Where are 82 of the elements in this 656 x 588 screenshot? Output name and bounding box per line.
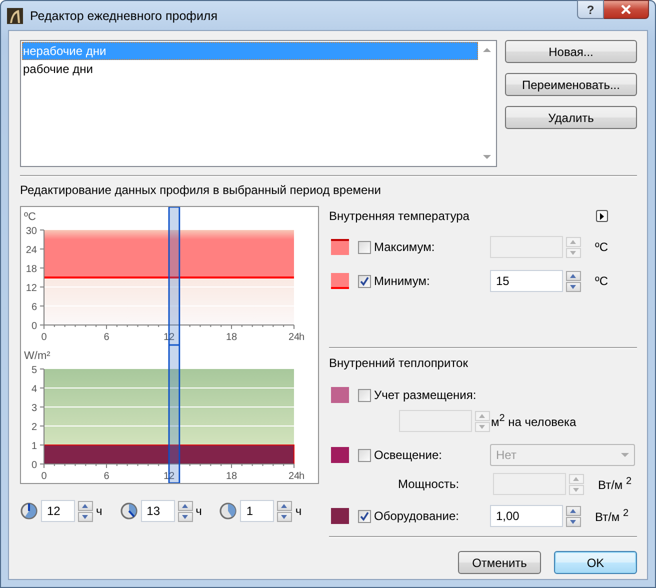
unit-label: Вт/м $^{2}$	[595, 508, 629, 524]
dialog-button[interactable]: Новая...	[505, 40, 637, 63]
input-field[interactable]: 15	[490, 270, 563, 292]
clock-icon	[219, 502, 238, 520]
tick-label: 4	[31, 384, 37, 395]
tick-label: 24	[288, 332, 300, 343]
spin-down-button[interactable]	[78, 512, 93, 522]
input-field[interactable]: 1	[240, 500, 274, 522]
group-title: Внутренняя температура	[329, 209, 470, 223]
unit-label: м$^{2}$ на человека	[491, 413, 576, 429]
checkbox[interactable]	[358, 240, 371, 254]
axis-label: h	[299, 471, 305, 482]
tick-label: 12	[26, 283, 37, 294]
play-icon	[600, 212, 604, 220]
input-field[interactable]: 13	[140, 500, 175, 522]
spin-down-button[interactable]	[566, 516, 581, 526]
spin-down-button[interactable]	[277, 512, 292, 522]
axis-label: W/m²	[24, 350, 50, 362]
tick-label: 0	[31, 321, 37, 332]
field-label: Оборудование:	[374, 509, 460, 523]
tick-label: 24	[26, 245, 37, 256]
field-label: Минимум:	[374, 274, 431, 288]
spin-up-button[interactable]	[78, 500, 93, 510]
tick-label: 2	[31, 422, 37, 433]
color-swatch	[331, 239, 349, 255]
dialog-button[interactable]: Отменить	[458, 551, 541, 574]
input-field[interactable]: 12	[41, 500, 75, 522]
arrow-button[interactable]	[596, 210, 608, 222]
input-field[interactable]: 1,00	[490, 505, 563, 527]
help-button[interactable]: ?	[577, 0, 604, 19]
axis-label: ºC	[24, 211, 36, 223]
unit-label: ºC	[595, 274, 608, 288]
spin-down-button[interactable]	[566, 282, 581, 292]
spin-up-button[interactable]	[566, 270, 581, 280]
spin-up-button[interactable]	[566, 506, 581, 516]
dialog-button[interactable]: OK	[554, 551, 637, 574]
checkbox[interactable]	[358, 388, 371, 402]
clock-icon	[120, 502, 138, 520]
unit-label: Вт/м $^{2}$	[598, 476, 632, 492]
field-label: Учет размещения:	[374, 388, 478, 402]
tick-label: 0	[41, 471, 47, 482]
spin-up-button[interactable]	[178, 500, 193, 510]
list-item[interactable]: рабочие дни	[22, 60, 478, 78]
dialog-button[interactable]: Переименовать...	[505, 73, 637, 96]
checkbox[interactable]	[358, 510, 371, 522]
tick-label: 6	[104, 332, 110, 343]
tick-label: 18	[26, 264, 37, 275]
unit-label: ч	[96, 504, 102, 518]
tick-label: 30	[26, 226, 37, 237]
tick-label: 18	[226, 332, 238, 343]
checkbox[interactable]	[358, 274, 371, 288]
group-title: Внутренний теплоприток	[329, 356, 469, 370]
tick-label: 0	[41, 332, 47, 343]
tick-label: 6	[31, 302, 37, 313]
spin-up-button[interactable]	[277, 500, 292, 510]
tick-label: 1	[31, 441, 37, 452]
field-label: Освещение:	[374, 448, 443, 462]
app-icon	[7, 8, 23, 24]
dialog-button[interactable]: Удалить	[505, 106, 637, 129]
section-title: Редактирование данных профиля в выбранный период времени	[20, 183, 382, 197]
tick-label: 24	[288, 471, 300, 482]
window-title: Редактор ежедневного профиля	[30, 8, 218, 22]
unit-label: ч	[196, 504, 202, 518]
field-label: Мощность:	[397, 477, 460, 491]
color-swatch	[331, 273, 349, 289]
tick-label: 3	[31, 403, 37, 414]
clock-icon	[20, 502, 38, 520]
axis-label: h	[299, 332, 305, 343]
scroll-up-button[interactable]	[483, 48, 491, 52]
checkbox[interactable]	[358, 448, 371, 462]
close-icon	[621, 5, 631, 14]
tick-label: 18	[226, 471, 238, 482]
scroll-down-button[interactable]	[483, 155, 491, 159]
caret-icon	[621, 453, 629, 457]
unit-label: ч	[295, 504, 302, 518]
field-label: Максимум:	[374, 240, 436, 254]
unit-label: ºC	[595, 240, 608, 254]
spin-down-button[interactable]	[178, 512, 193, 522]
tick-label: 5	[31, 365, 37, 376]
tick-label: 6	[104, 471, 110, 482]
close-button[interactable]	[604, 0, 649, 19]
tick-label: 0	[31, 460, 37, 471]
